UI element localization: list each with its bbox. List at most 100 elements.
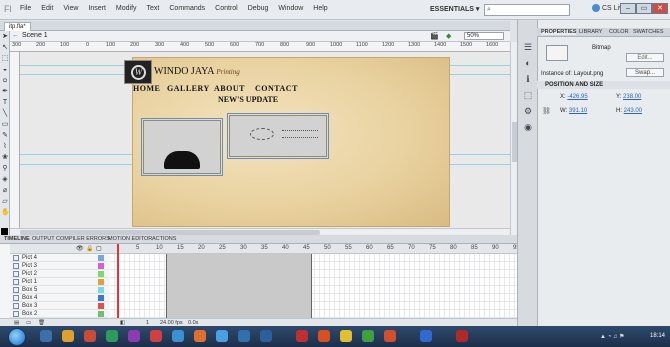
layer-color-swatch[interactable] <box>98 311 104 317</box>
taskbar-app-icon[interactable] <box>238 330 250 342</box>
frame-span[interactable] <box>166 286 312 294</box>
scene-label[interactable]: Scene 1 <box>22 32 48 39</box>
frame-span[interactable] <box>166 262 312 270</box>
taskbar-app-icon[interactable] <box>260 330 272 342</box>
rectangle-tool-icon[interactable]: ▭ <box>1 121 9 129</box>
transform-icon[interactable]: ⬚ <box>522 90 534 101</box>
taskbar-app-icon[interactable] <box>150 330 162 342</box>
nav-home[interactable]: HOME <box>133 84 160 93</box>
line-tool-icon[interactable]: ╲ <box>1 110 9 118</box>
stroke-color-swatch[interactable] <box>1 228 8 235</box>
frame-row[interactable] <box>110 302 517 310</box>
menu-window[interactable]: Window <box>278 5 303 12</box>
layer-row[interactable]: Pict 4 <box>10 254 108 262</box>
layer-color-swatch[interactable] <box>98 303 104 309</box>
frame-span[interactable] <box>166 294 312 302</box>
tab-library[interactable]: LIBRARY <box>579 29 602 35</box>
menu-modify[interactable]: Modify <box>116 5 137 12</box>
subselection-tool-icon[interactable]: ↖ <box>1 44 9 52</box>
tab-output[interactable]: OUTPUT <box>32 236 55 242</box>
taskbar-app-icon[interactable] <box>194 330 206 342</box>
frame-row[interactable] <box>110 270 517 278</box>
help-search-input[interactable]: ⌕ <box>484 4 570 16</box>
edit-button[interactable]: Edit... <box>626 53 664 62</box>
frame-span[interactable] <box>166 302 312 310</box>
layer-color-swatch[interactable] <box>98 279 104 285</box>
pen-tool-icon[interactable]: ✒ <box>1 88 9 96</box>
h-value[interactable]: 243.00 <box>624 108 642 114</box>
taskbar-app-icon[interactable] <box>172 330 184 342</box>
y-value[interactable]: 238.00 <box>623 94 641 100</box>
link-icon[interactable]: ⛓ <box>542 107 551 115</box>
zoom-select[interactable]: 50% <box>464 32 504 40</box>
edit-scene-icon[interactable]: 🎬 <box>430 32 439 40</box>
taskbar-app-icon[interactable] <box>456 330 468 342</box>
info-icon[interactable]: ℹ <box>522 74 534 85</box>
menu-commands[interactable]: Commands <box>169 5 205 12</box>
h-field[interactable]: H: 243.00 <box>616 108 642 114</box>
tab-compiler-errors[interactable]: COMPILER ERRORS <box>56 236 110 242</box>
frame-span[interactable] <box>166 270 312 278</box>
tab-color[interactable]: COLOR <box>609 29 629 35</box>
layer-row[interactable]: Pict 1 <box>10 278 108 286</box>
taskbar-app-icon[interactable] <box>384 330 396 342</box>
bone-tool-icon[interactable]: ⚲ <box>1 165 9 173</box>
taskbar-app-icon[interactable] <box>40 330 52 342</box>
back-arrow-icon[interactable]: ← <box>12 32 19 39</box>
tab-timeline[interactable]: TIMELINE <box>4 236 30 242</box>
taskbar-app-icon[interactable] <box>128 330 140 342</box>
swap-button[interactable]: Swap... <box>626 68 664 77</box>
vertical-scrollbar[interactable] <box>510 42 517 235</box>
taskbar-app-icon[interactable] <box>318 330 330 342</box>
menu-file[interactable]: File <box>20 5 31 12</box>
taskbar-app-icon[interactable] <box>296 330 308 342</box>
menu-debug[interactable]: Debug <box>248 5 269 12</box>
layer-row[interactable]: Pict 2 <box>10 270 108 278</box>
align-icon[interactable]: ☰ <box>522 42 534 53</box>
w-value[interactable]: 391.10 <box>569 108 587 114</box>
maximize-button[interactable]: ▭ <box>636 3 652 14</box>
edit-symbol-icon[interactable]: ◆ <box>446 32 451 40</box>
outline-icon[interactable]: ▢ <box>96 245 102 252</box>
start-button[interactable] <box>8 328 26 346</box>
free-transform-tool-icon[interactable]: ⬚ <box>1 55 9 63</box>
workspace-switcher[interactable]: ESSENTIALS ▾ <box>430 5 479 13</box>
3d-rotation-tool-icon[interactable]: ◒ <box>1 66 9 74</box>
frame-row[interactable] <box>110 262 517 270</box>
taskbar-app-icon[interactable] <box>62 330 74 342</box>
minimize-button[interactable]: – <box>620 3 636 14</box>
layer-row[interactable]: Box 2 <box>10 310 108 318</box>
frame-row[interactable] <box>110 310 517 318</box>
x-value[interactable]: -426.95 <box>567 94 587 100</box>
document-tab[interactable]: itp.fla* <box>4 22 31 31</box>
eyedropper-tool-icon[interactable]: ⌀ <box>1 187 9 195</box>
taskbar-app-icon[interactable] <box>420 330 432 342</box>
layer-row[interactable]: Box 3 <box>10 302 108 310</box>
menu-control[interactable]: Control <box>215 5 238 12</box>
stage[interactable] <box>20 52 510 228</box>
tab-actions[interactable]: ACTIONS <box>152 236 176 242</box>
hand-tool-icon[interactable]: ✋ <box>1 209 10 217</box>
frame-row[interactable] <box>110 278 517 286</box>
playhead[interactable] <box>117 244 119 326</box>
horizontal-scrollbar[interactable] <box>10 228 510 235</box>
close-button[interactable]: ✕ <box>652 3 668 14</box>
nav-news-update[interactable]: NEW'S UPDATE <box>218 95 278 104</box>
eraser-tool-icon[interactable]: ▱ <box>1 198 9 206</box>
taskbar-app-icon[interactable] <box>340 330 352 342</box>
taskbar-clock[interactable]: 18:14 <box>650 333 665 339</box>
frame-span[interactable] <box>166 278 312 286</box>
taskbar-app-icon[interactable] <box>362 330 374 342</box>
layer-color-swatch[interactable] <box>98 271 104 277</box>
taskbar-app-icon[interactable] <box>106 330 118 342</box>
tab-motion-editor[interactable]: MOTION EDITOR <box>108 236 152 242</box>
lasso-tool-icon[interactable]: ᴑ <box>1 77 9 85</box>
brush-tool-icon[interactable]: ⌇ <box>1 143 9 151</box>
frame-span[interactable] <box>166 310 312 318</box>
text-tool-icon[interactable]: T <box>1 99 9 107</box>
menu-help[interactable]: Help <box>313 5 327 12</box>
y-field[interactable]: Y: 238.00 <box>616 94 641 100</box>
layer-color-swatch[interactable] <box>98 287 104 293</box>
layer-row[interactable]: Box 5 <box>10 286 108 294</box>
color-icon[interactable]: ◐ <box>522 58 534 69</box>
